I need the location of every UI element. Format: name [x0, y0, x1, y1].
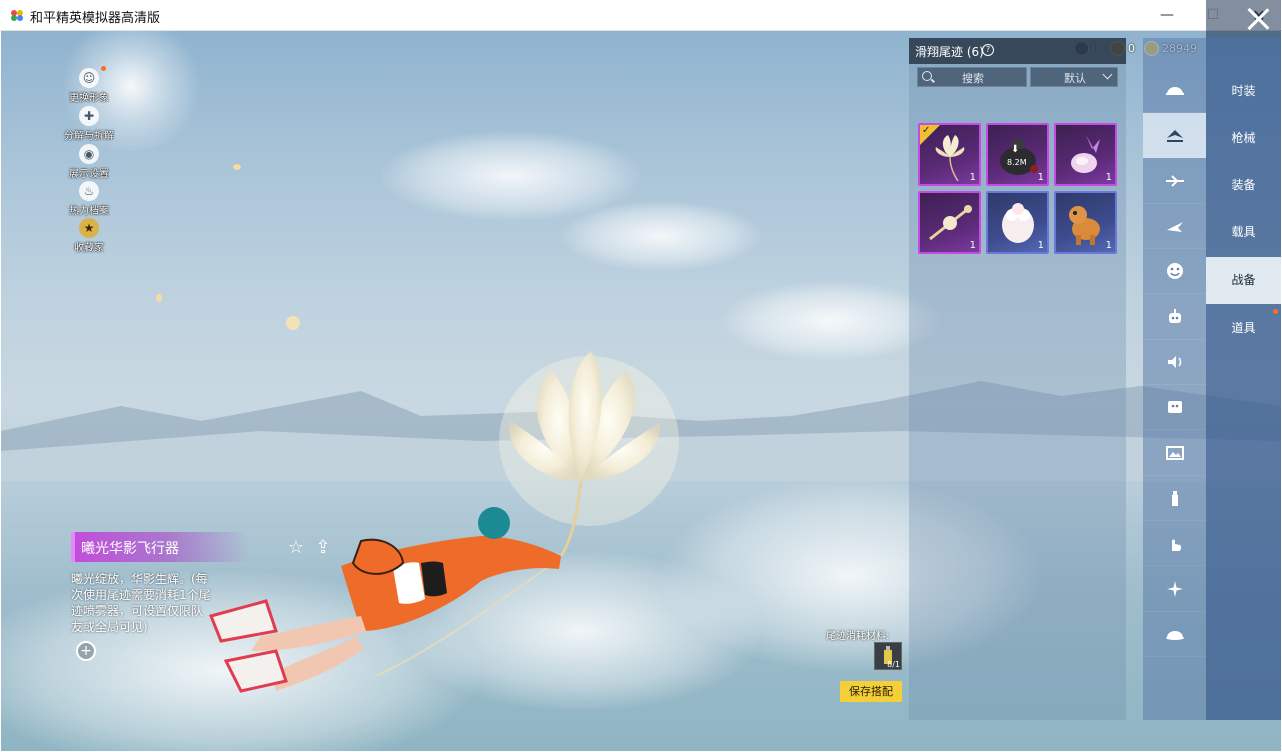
category-gesture[interactable]: [1143, 521, 1206, 566]
minimize-button[interactable]: —: [1144, 0, 1190, 31]
zoom-in-button[interactable]: +: [76, 641, 96, 661]
save-outfit-button[interactable]: 保存搭配: [840, 681, 902, 702]
item-description: 曦光绽放，华影生辉。(每次使用尾迹需要消耗1个尾迹喷雾器，可设置仅限队友或全局可…: [71, 572, 211, 634]
item-card-alpaca-trail[interactable]: 1: [986, 191, 1049, 254]
sparkle: [233, 164, 241, 170]
category-sound[interactable]: [1143, 340, 1206, 385]
side-menu-decompose[interactable]: ✚ 分解与拆解: [58, 106, 120, 142]
sparkle: [156, 294, 162, 302]
item-card-wand-trail[interactable]: 1: [918, 191, 981, 254]
category-glider-trail[interactable]: [1143, 113, 1206, 158]
spray-icon: [1171, 491, 1178, 506]
side-menu-change-avatar[interactable]: ☺ 更换形象: [58, 66, 120, 104]
notification-dot: [1273, 309, 1278, 314]
dome-icon: [1165, 631, 1184, 640]
side-menu-display-settings[interactable]: ◉ 展示设置: [58, 144, 120, 180]
close-icon[interactable]: [1245, 6, 1271, 32]
avatar-icon: ☺: [79, 68, 99, 88]
item-card-turnip-trail[interactable]: 1: [1054, 123, 1117, 186]
help-icon[interactable]: ?: [982, 44, 994, 56]
item-card-pot-trail[interactable]: ⬇ 8.2M 1: [986, 123, 1049, 186]
collector-badge-icon: ★: [79, 218, 99, 238]
hat-icon: [1165, 87, 1184, 95]
sound-icon: [1167, 356, 1181, 368]
plane-icon: [1165, 175, 1184, 187]
sparkle-icon: [1166, 581, 1183, 597]
character-glider-model: [208, 351, 679, 693]
category-sparkle[interactable]: [1143, 567, 1206, 612]
category-parachute-plane[interactable]: [1143, 204, 1206, 249]
category-companion[interactable]: [1143, 295, 1206, 340]
sticker-icon: [1167, 401, 1182, 413]
share-icon[interactable]: ⇪: [312, 537, 334, 559]
item-card-flower-glider[interactable]: ✓ 1: [918, 123, 981, 186]
category-dome[interactable]: [1143, 612, 1206, 657]
tab-equipment[interactable]: 装备: [1206, 162, 1281, 209]
category-plane[interactable]: [1143, 159, 1206, 204]
glider-trail-icon: [1166, 130, 1183, 142]
download-icon: ⬇: [1011, 144, 1020, 155]
side-menu-heat-profile[interactable]: ♨ 热力档案: [58, 181, 120, 217]
companion-icon: [1168, 309, 1181, 323]
window-title-bar: 和平精英模拟器高清版 — ☐ ✕: [0, 0, 1282, 31]
parachute-plane-icon: [1166, 222, 1183, 232]
panel-header: 滑翔尾迹 (6) ?: [909, 38, 1126, 64]
category-photo[interactable]: [1143, 431, 1206, 476]
cloud: [721, 281, 941, 361]
photo-icon: [1165, 446, 1184, 460]
gesture-icon: [1171, 539, 1181, 551]
item-name-bar: 曦光华影飞行器: [71, 532, 249, 562]
category-hat[interactable]: [1143, 68, 1206, 113]
category-emote[interactable]: [1143, 249, 1206, 294]
panel-title: 滑翔尾迹 (6): [915, 45, 984, 59]
tab-weapons[interactable]: 枪械: [1206, 115, 1281, 162]
item-name: 曦光华影飞行器: [81, 541, 179, 557]
item-card-pony-trail[interactable]: 1: [1054, 191, 1117, 254]
trail-spray-item[interactable]: 8/1: [874, 642, 902, 670]
tab-fashion[interactable]: 时装: [1206, 68, 1281, 115]
sparkle: [286, 316, 300, 330]
eye-icon: ◉: [79, 144, 99, 164]
emote-icon: [1166, 263, 1183, 279]
download-size: 8.2M: [1007, 158, 1027, 167]
flame-icon: ♨: [79, 181, 99, 201]
cost-label: 尾迹消耗材料:: [826, 631, 890, 642]
category-spray[interactable]: [1143, 476, 1206, 521]
checkmark-icon: ✓: [922, 125, 931, 136]
decompose-icon: ✚: [79, 106, 99, 126]
sort-dropdown[interactable]: 默认: [1030, 67, 1118, 87]
window-title: 和平精英模拟器高清版: [30, 11, 161, 26]
cloud: [561, 201, 761, 271]
tab-items[interactable]: 道具: [1206, 305, 1281, 352]
side-menu-collector[interactable]: ★ 收藏家: [58, 218, 120, 254]
app-logo-icon: [11, 10, 23, 21]
category-sticker[interactable]: [1143, 385, 1206, 430]
search-input[interactable]: 搜索: [917, 67, 1027, 87]
notification-dot: [101, 66, 106, 71]
tab-vehicles[interactable]: 载具: [1206, 209, 1281, 256]
tab-battle-gear[interactable]: 战备: [1206, 257, 1281, 304]
favorite-star-icon[interactable]: ☆: [285, 537, 307, 559]
